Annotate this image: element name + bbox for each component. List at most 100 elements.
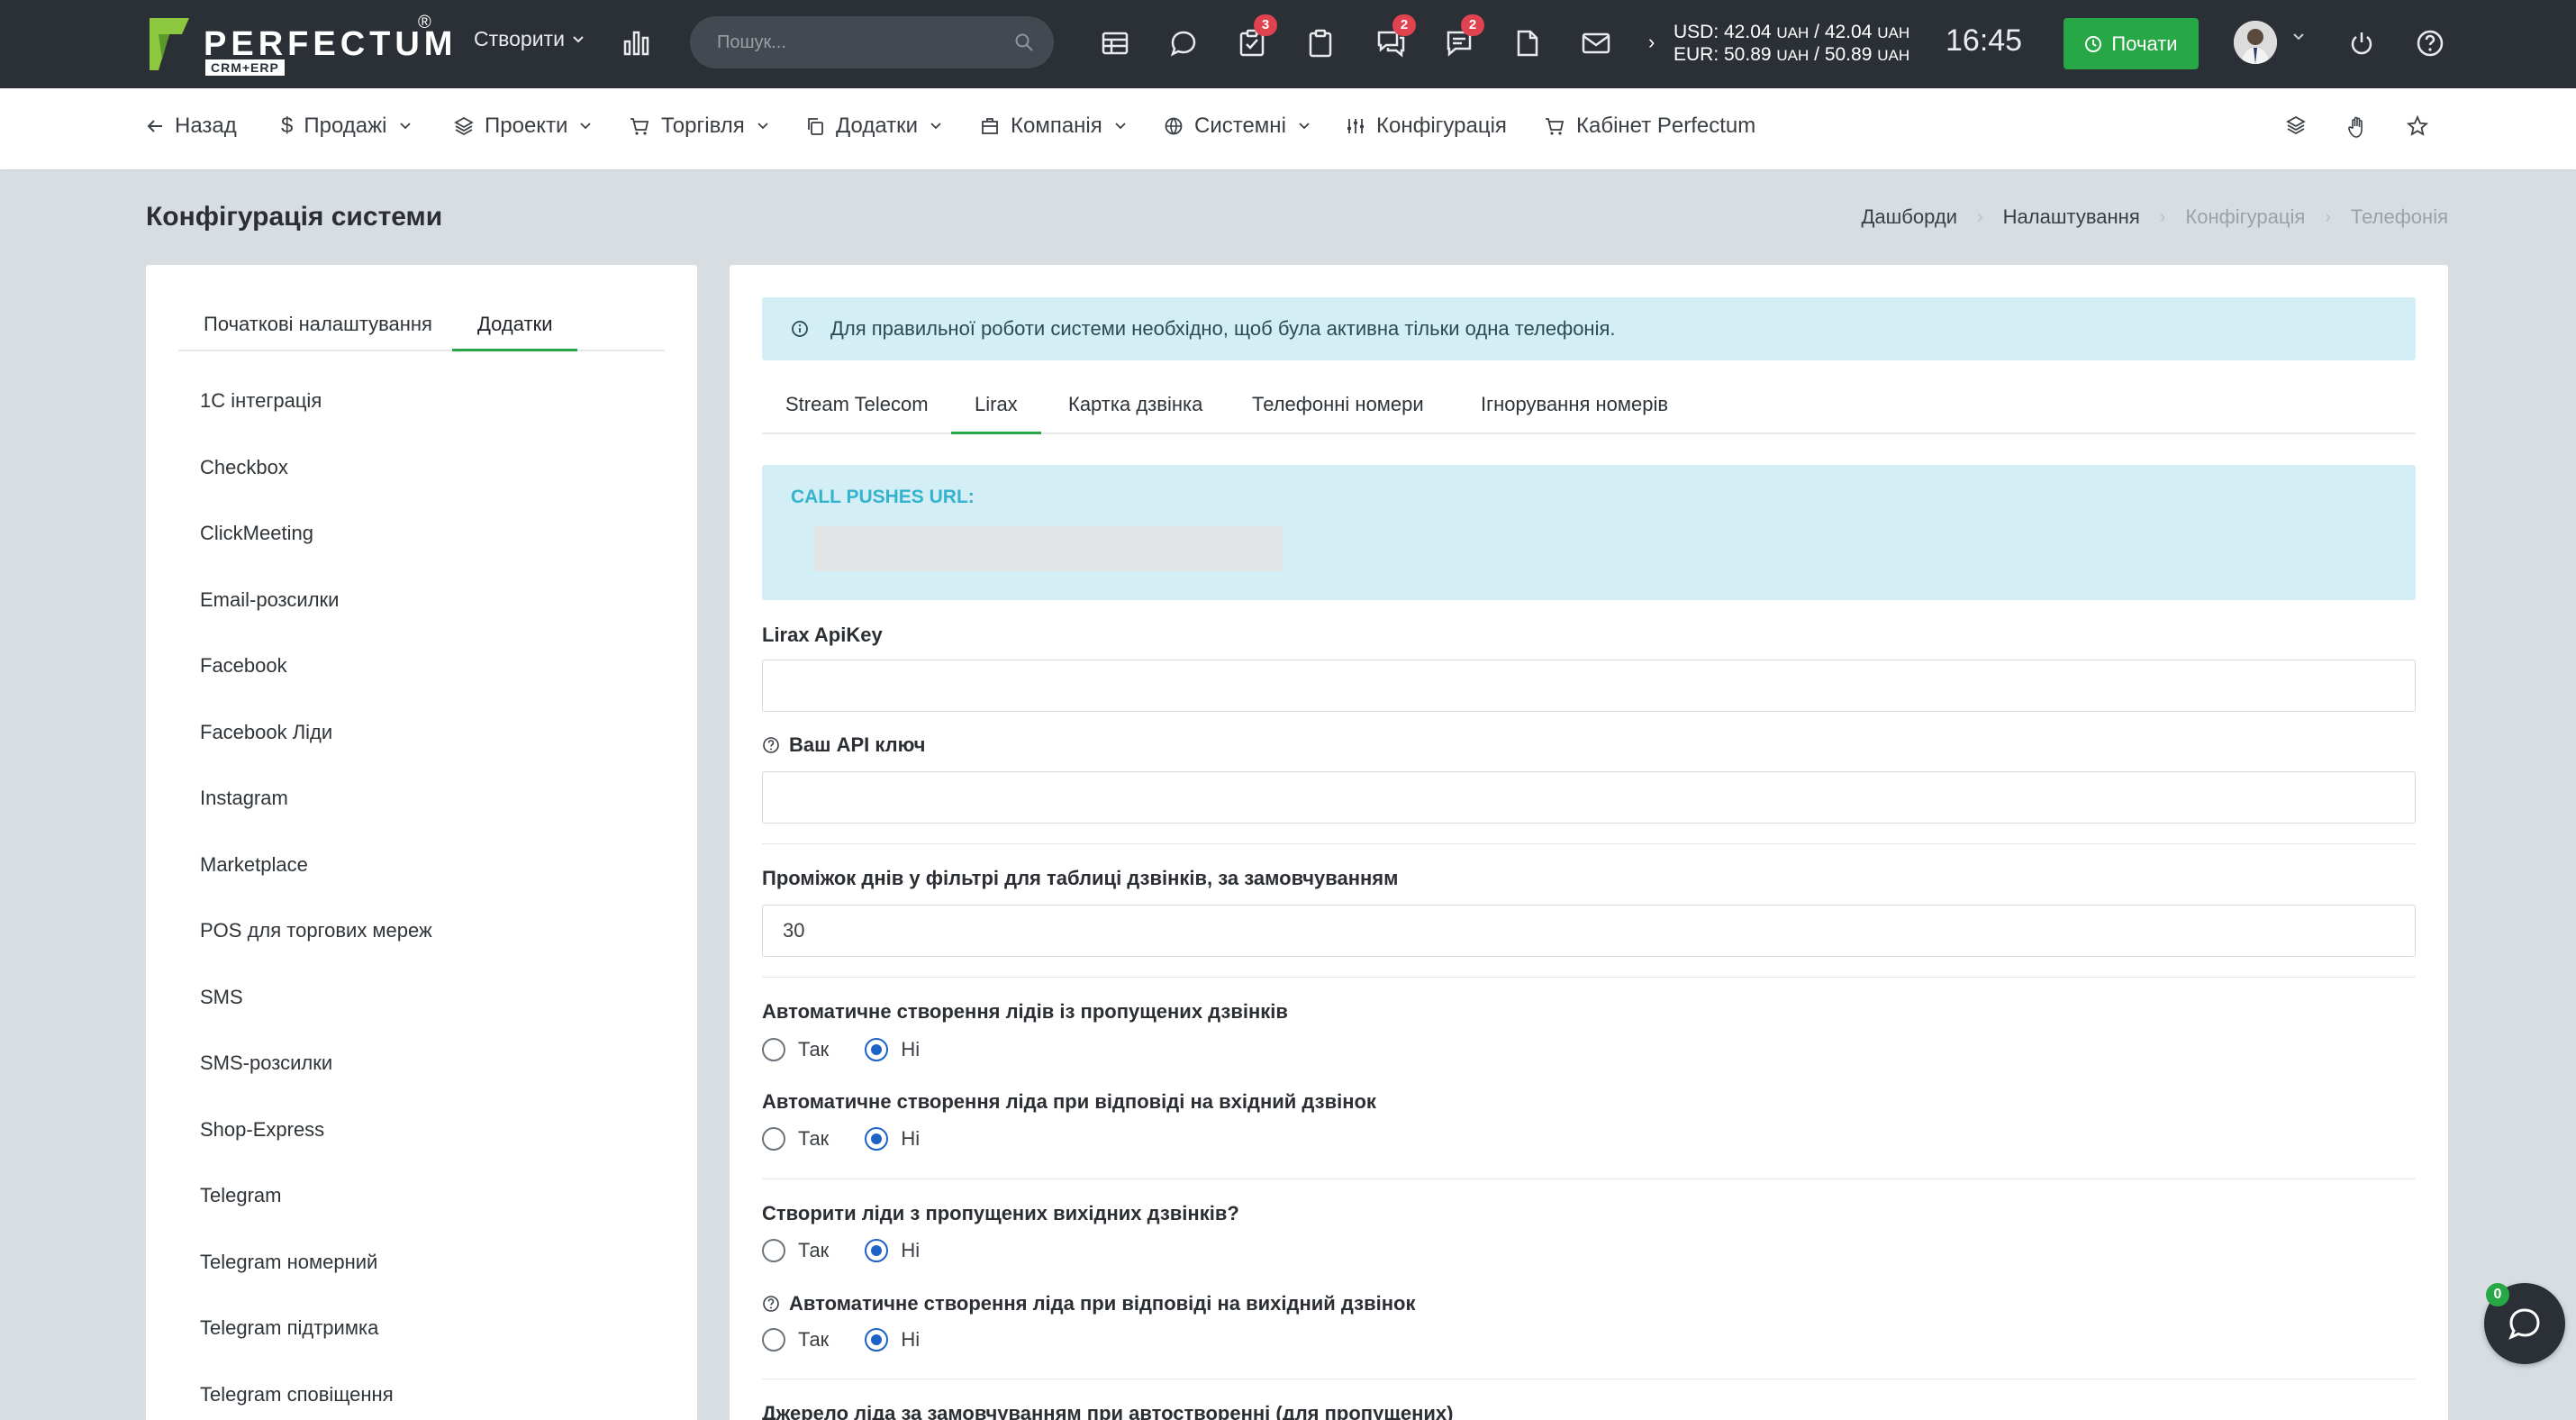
q2-no-label[interactable]: Ні (901, 1127, 920, 1151)
tab-ignore-numbers[interactable]: Ігнорування номерів (1457, 389, 1692, 434)
page-title: Конфігурація системи (146, 202, 443, 232)
calendar-table-icon[interactable] (1097, 25, 1133, 61)
hand-icon[interactable] (2347, 115, 2367, 139)
menu-back[interactable]: Назад (146, 114, 237, 139)
avatar[interactable] (2234, 21, 2277, 64)
q2-yes-radio[interactable] (762, 1127, 785, 1151)
messages-badge: 2 (1461, 14, 1484, 36)
tab-phone-numbers[interactable]: Телефонні номери (1229, 389, 1447, 434)
breadcrumb-settings[interactable]: Налаштування (2003, 205, 2140, 229)
days-field[interactable] (762, 905, 2416, 957)
q3-yes-radio[interactable] (762, 1239, 785, 1262)
sidebar-item-telegram[interactable]: Telegram (200, 1175, 432, 1242)
q1-no-radio[interactable] (865, 1038, 889, 1061)
q2-yes-label[interactable]: Так (798, 1127, 829, 1151)
q4-yes-label[interactable]: Так (798, 1328, 829, 1352)
q1-yes-radio[interactable] (762, 1038, 785, 1061)
sidebar-item-sms-mailing[interactable]: SMS-розсилки (200, 1042, 432, 1109)
menu-company[interactable]: Компанія (980, 114, 1126, 139)
q3-no-label[interactable]: Ні (901, 1239, 920, 1262)
sidebar-item-pos[interactable]: POS для торгових мереж (200, 910, 432, 977)
apikey-field[interactable] (762, 660, 2416, 712)
telephony-tabs: Stream Telecom Lirax Картка дзвінка Теле… (762, 389, 2416, 434)
menu-addons[interactable]: Додатки (805, 114, 941, 139)
clipboard-icon[interactable] (1302, 25, 1338, 61)
sidebar-item-email[interactable]: Email-розсилки (200, 579, 432, 646)
call-pushes-box: CALL PUSHES URL: (762, 465, 2416, 600)
start-timer-button[interactable]: Почати (2064, 18, 2199, 69)
config-panel: Для правильної роботи системи необхідно,… (730, 265, 2448, 1420)
mail-icon[interactable] (1578, 25, 1614, 61)
q5-text: Джерело ліда за замовчуванням при автост… (762, 1402, 1454, 1420)
sidebar-item-clickmeeting[interactable]: ClickMeeting (200, 513, 432, 579)
search-icon[interactable] (1014, 32, 1034, 52)
tab-call-card[interactable]: Картка дзвінка (1045, 389, 1226, 434)
tab-stream-telecom[interactable]: Stream Telecom (762, 389, 952, 434)
bar-chart-icon[interactable] (621, 27, 652, 58)
help-circle-icon[interactable] (762, 1295, 780, 1313)
menu-system[interactable]: Системні (1164, 114, 1310, 139)
breadcrumb-separator: › (2159, 206, 2166, 227)
top-bar: PERFECTUM ® CRM+ERP Створити 3 2 2 (0, 0, 2576, 88)
sidebar-item-checkbox[interactable]: Checkbox (200, 447, 432, 514)
breadcrumb-dashboards[interactable]: Дашборди (1862, 205, 1957, 229)
tab-initial-settings[interactable]: Початкові налаштування (178, 310, 458, 351)
logo-reg: ® (418, 13, 431, 32)
clock-icon (2085, 35, 2102, 52)
breadcrumb-config[interactable]: Конфігурація (2185, 205, 2305, 229)
sidebar-item-telegram-notifications[interactable]: Telegram сповіщення (200, 1374, 432, 1420)
tab-addons[interactable]: Додатки (452, 310, 578, 351)
logo[interactable]: PERFECTUM ® CRM+ERP (146, 13, 452, 76)
sidebar-item-1c[interactable]: 1С інтеграція (200, 380, 432, 447)
help-icon[interactable] (2412, 25, 2448, 61)
q4-yes-radio[interactable] (762, 1328, 785, 1352)
sidebar-item-facebook[interactable]: Facebook (200, 645, 432, 712)
menu-trade[interactable]: Торгівля (629, 114, 768, 139)
q3-yes-label[interactable]: Так (798, 1239, 829, 1262)
search-box[interactable] (690, 16, 1054, 68)
q4-no-label[interactable]: Ні (901, 1328, 920, 1352)
star-icon[interactable] (2407, 115, 2428, 137)
currency-expand-icon[interactable]: › (1648, 31, 1655, 54)
menu-sales[interactable]: $ Продажі (281, 114, 411, 139)
chevron-down-icon[interactable] (2292, 32, 2305, 41)
api-key-field[interactable] (762, 771, 2416, 824)
sidebar-item-facebook-leads[interactable]: Facebook Ліди (200, 712, 432, 778)
q2-no-radio[interactable] (865, 1127, 889, 1151)
call-pushes-url[interactable] (814, 526, 1283, 571)
search-input[interactable] (717, 27, 987, 58)
q1-no-label[interactable]: Ні (901, 1038, 920, 1061)
sidebar-item-telegram-number[interactable]: Telegram номерний (200, 1242, 432, 1308)
sidebar-item-shop-express[interactable]: Shop-Express (200, 1109, 432, 1176)
power-icon[interactable] (2344, 25, 2380, 61)
api-key-label-text: Ваш API ключ (789, 733, 926, 756)
chat-messages-icon[interactable]: 2 (1373, 14, 1416, 61)
create-dropdown[interactable]: Створити (474, 27, 585, 51)
sidebar-item-marketplace[interactable]: Marketplace (200, 844, 432, 911)
breadcrumb: Дашборди › Налаштування › Конфігурація ›… (1862, 205, 2448, 229)
tab-lirax[interactable]: Lirax (951, 389, 1041, 434)
menu-addons-label: Додатки (836, 114, 919, 138)
q3-no-radio[interactable] (865, 1239, 889, 1262)
eur-unit-2: UAH (1877, 47, 1910, 64)
sidebar-item-instagram[interactable]: Instagram (200, 778, 432, 844)
menu-config[interactable]: Конфігурація (1346, 114, 1507, 139)
sidebar-item-sms[interactable]: SMS (200, 977, 432, 1043)
menu-projects[interactable]: Проекти (454, 114, 592, 139)
menu-bar: Назад $ Продажі Проекти Торгівля Додатки… (0, 88, 2576, 169)
breadcrumb-separator: › (2325, 206, 2331, 227)
sidebar-item-telegram-support[interactable]: Telegram підтримка (200, 1307, 432, 1374)
globe-icon (1165, 117, 1183, 135)
menu-config-label: Конфігурація (1376, 114, 1507, 138)
chat-bubble-icon[interactable] (1166, 25, 1202, 61)
arrow-left-icon (147, 120, 162, 132)
tasks-icon[interactable]: 3 (1234, 14, 1277, 61)
layers-icon[interactable] (2286, 115, 2306, 137)
help-circle-icon[interactable] (762, 736, 780, 754)
menu-cabinet[interactable]: Кабінет Perfectum (1544, 114, 1755, 139)
q1-yes-label[interactable]: Так (798, 1038, 829, 1061)
q4-radio-group: Так Ні (762, 1328, 943, 1352)
message-lines-icon[interactable]: 2 (1441, 14, 1484, 61)
document-icon[interactable] (1510, 25, 1546, 61)
q4-no-radio[interactable] (865, 1328, 889, 1352)
